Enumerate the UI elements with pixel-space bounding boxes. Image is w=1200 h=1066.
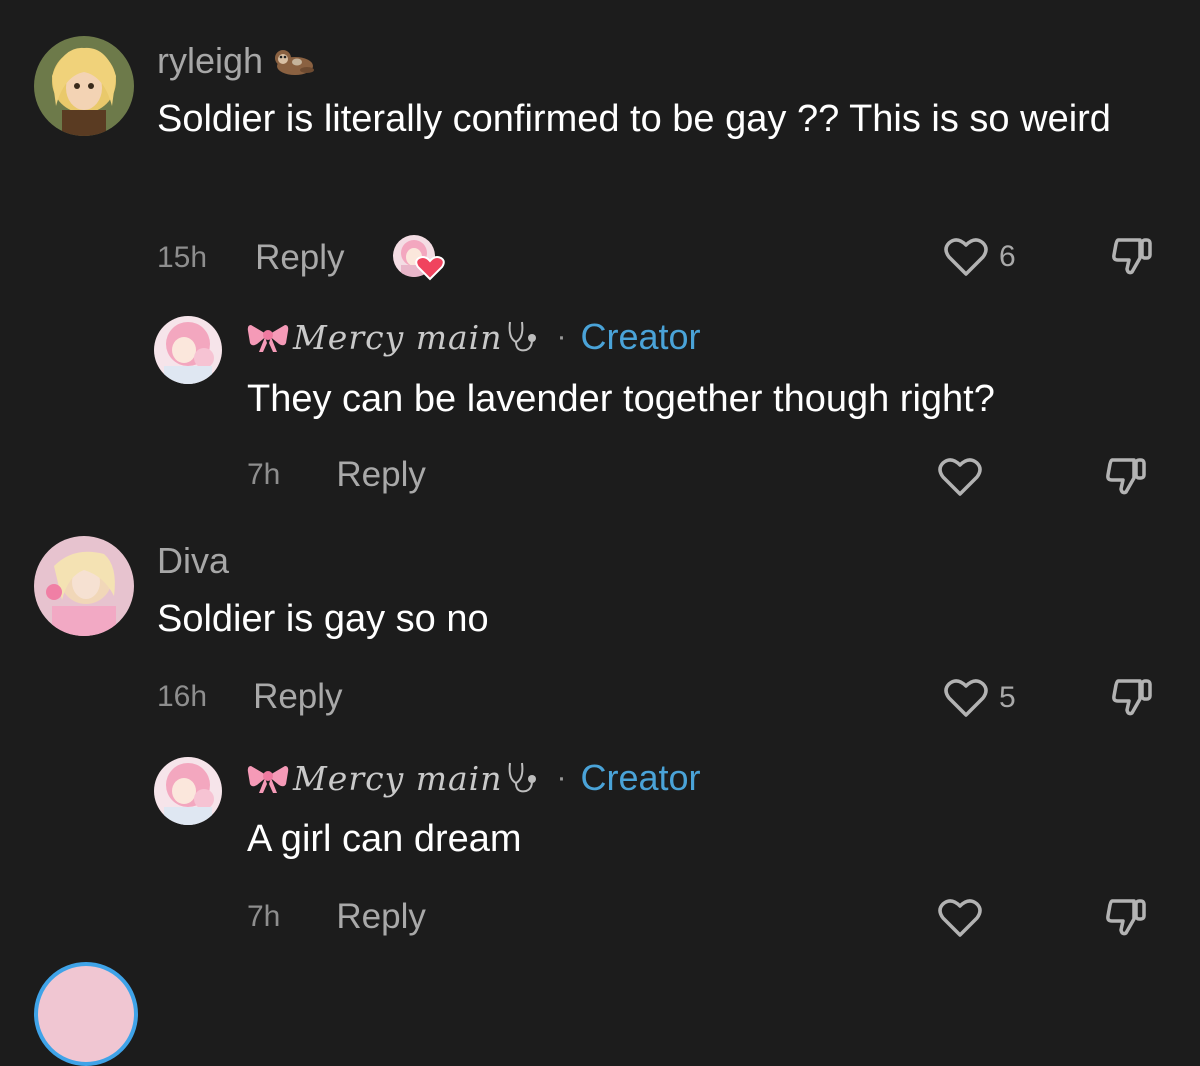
avatar-diva[interactable] — [34, 536, 134, 636]
comment-time: 16h — [157, 680, 208, 713]
name-separator: · — [556, 761, 567, 794]
reply-author-name[interactable]: Mercy main — [293, 759, 502, 798]
like-count: 5 — [999, 681, 1016, 714]
reply-text: A girl can dream — [247, 818, 522, 860]
dislike-button[interactable] — [1104, 456, 1150, 503]
like-count: 6 — [999, 240, 1016, 273]
reply-meta: 7h Reply — [247, 897, 426, 937]
pink-bow-icon — [247, 321, 289, 353]
name-separator: · — [556, 320, 567, 353]
stethoscope-icon — [504, 759, 538, 797]
like-button[interactable]: 6 — [943, 236, 1016, 278]
username-text: ryleigh — [157, 40, 264, 81]
comment-meta: 15h Reply — [157, 235, 445, 281]
comment-username[interactable]: ryleigh — [157, 40, 317, 82]
next-comment-avatar[interactable] — [34, 962, 138, 1066]
dislike-button[interactable] — [1110, 677, 1156, 724]
heart-outline-icon — [937, 897, 983, 939]
reply-time: 7h — [247, 900, 281, 933]
heart-icon — [414, 255, 445, 281]
reply-author-name[interactable]: Mercy main — [293, 318, 502, 357]
heart-outline-icon — [937, 456, 983, 498]
thumbs-down-icon — [1110, 236, 1156, 278]
like-button[interactable]: 5 — [943, 677, 1016, 719]
like-button[interactable] — [937, 456, 993, 498]
stethoscope-icon — [504, 318, 538, 356]
avatar-mercy-main[interactable] — [154, 316, 222, 384]
avatar-ryleigh[interactable] — [34, 36, 134, 136]
heart-outline-icon — [943, 677, 989, 719]
creator-badge: Creator — [580, 757, 701, 798]
dislike-button[interactable] — [1110, 236, 1156, 283]
comment-username[interactable]: Diva — [157, 540, 229, 582]
reply-button[interactable]: Reply — [253, 677, 342, 717]
thumbs-down-icon — [1104, 897, 1150, 939]
reply-time: 7h — [247, 458, 281, 491]
thumbs-down-icon — [1104, 456, 1150, 498]
comment-time: 15h — [157, 241, 208, 274]
reply-header: Mercy main · Creator — [247, 316, 701, 358]
username-text: Diva — [157, 540, 230, 581]
reply-text: They can be lavender together though rig… — [247, 378, 995, 420]
reply-meta: 7h Reply — [247, 455, 426, 495]
reply-header: Mercy main · Creator — [247, 757, 701, 799]
thumbs-down-icon — [1110, 677, 1156, 719]
reply-button[interactable]: Reply — [255, 238, 344, 278]
heart-outline-icon — [943, 236, 989, 278]
comment-text: Soldier is literally confirmed to be gay… — [157, 98, 1111, 140]
reply-button[interactable]: Reply — [336, 897, 425, 937]
pink-bow-icon — [247, 762, 289, 794]
avatar-mercy-main[interactable] — [154, 757, 222, 825]
like-button[interactable] — [937, 897, 993, 939]
otter-icon — [273, 44, 317, 78]
creator-liked-badge — [392, 235, 445, 281]
dislike-button[interactable] — [1104, 897, 1150, 944]
comment-text: Soldier is gay so no — [157, 598, 489, 640]
creator-badge: Creator — [580, 316, 701, 357]
comment-meta: 16h Reply — [157, 677, 343, 717]
reply-button[interactable]: Reply — [336, 455, 425, 495]
